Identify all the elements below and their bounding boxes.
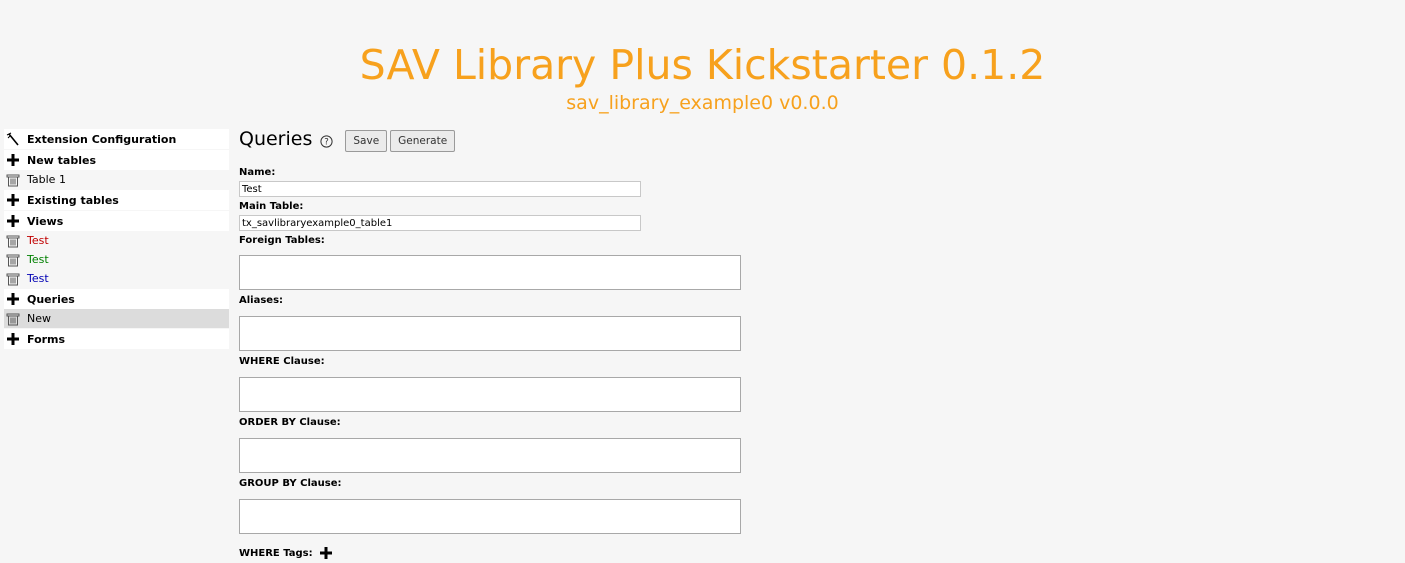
- group-by-clause-label: GROUP BY Clause:: [239, 478, 342, 489]
- sidebar-item-view-test-1[interactable]: Test: [4, 231, 229, 250]
- sidebar-item-view-test-2[interactable]: Test: [4, 250, 229, 269]
- trash-icon: [6, 253, 20, 267]
- sidebar-item-label: Queries: [27, 292, 75, 306]
- section-title: Queries: [239, 128, 313, 150]
- sidebar-item-extension-configuration[interactable]: Extension Configuration: [4, 129, 229, 149]
- name-field[interactable]: Test: [239, 181, 641, 197]
- order-by-clause-label: ORDER BY Clause:: [239, 417, 341, 428]
- trash-icon: [6, 312, 20, 326]
- where-tags-label: WHERE Tags:: [239, 547, 313, 559]
- sidebar-item-label: Table 1: [27, 173, 66, 186]
- sidebar-item-label: Test: [27, 253, 49, 266]
- plus-icon: [6, 153, 20, 167]
- where-tags-row: WHERE Tags:: [239, 544, 759, 563]
- sidebar: Extension Configuration New tables Table…: [4, 129, 229, 349]
- sidebar-item-forms[interactable]: Forms: [4, 329, 229, 349]
- sidebar-item-new-tables[interactable]: New tables: [4, 150, 229, 170]
- main-table-field[interactable]: tx_savlibraryexample0_table1: [239, 215, 641, 231]
- sidebar-item-label: Forms: [27, 332, 66, 346]
- sidebar-item-label: Views: [27, 214, 64, 228]
- sidebar-item-existing-tables[interactable]: Existing tables: [4, 190, 229, 210]
- help-icon[interactable]: ?: [320, 133, 333, 148]
- trash-icon: [6, 173, 20, 187]
- sidebar-item-views[interactable]: Views: [4, 211, 229, 231]
- trash-icon: [6, 272, 20, 286]
- svg-text:?: ?: [325, 137, 330, 147]
- plus-icon: [6, 214, 20, 228]
- query-editor: Queries ? Save Generate Name: Test Main …: [239, 126, 759, 563]
- where-clause-textarea[interactable]: [239, 377, 741, 412]
- page-subtitle: sav_library_example0 v0.0.0: [566, 92, 839, 114]
- sidebar-item-table-1[interactable]: Table 1: [4, 170, 229, 189]
- sidebar-item-queries[interactable]: Queries: [4, 289, 229, 309]
- sidebar-item-label: New: [27, 312, 51, 325]
- page-title: SAV Library Plus Kickstarter 0.1.2: [359, 41, 1046, 89]
- save-button[interactable]: Save: [345, 130, 388, 152]
- name-label: Name:: [239, 167, 276, 178]
- plus-icon: [6, 292, 20, 306]
- main-table-label: Main Table:: [239, 201, 304, 212]
- aliases-textarea[interactable]: [239, 316, 741, 351]
- add-where-tag-icon[interactable]: [319, 544, 332, 563]
- generate-button[interactable]: Generate: [390, 130, 456, 152]
- group-by-clause-textarea[interactable]: [239, 499, 741, 534]
- trash-icon: [6, 234, 20, 248]
- sidebar-item-view-test-3[interactable]: Test: [4, 269, 229, 288]
- plus-icon: [6, 332, 20, 346]
- order-by-clause-textarea[interactable]: [239, 438, 741, 473]
- aliases-label: Aliases:: [239, 295, 284, 306]
- plus-icon: [6, 193, 20, 207]
- sidebar-item-label: Test: [27, 272, 49, 285]
- query-editor-header: Queries ? Save Generate: [239, 126, 759, 152]
- where-clause-label: WHERE Clause:: [239, 356, 325, 367]
- foreign-tables-textarea[interactable]: [239, 255, 741, 290]
- header: SAV Library Plus Kickstarter 0.1.2 sav_l…: [0, 38, 1405, 115]
- wand-icon: [6, 132, 20, 146]
- sidebar-item-label: Test: [27, 234, 49, 247]
- sidebar-item-query-new[interactable]: New: [4, 309, 229, 328]
- sidebar-item-label: Existing tables: [27, 193, 119, 207]
- sidebar-item-label: Extension Configuration: [27, 132, 177, 146]
- foreign-tables-label: Foreign Tables:: [239, 235, 325, 246]
- sidebar-item-label: New tables: [27, 153, 96, 167]
